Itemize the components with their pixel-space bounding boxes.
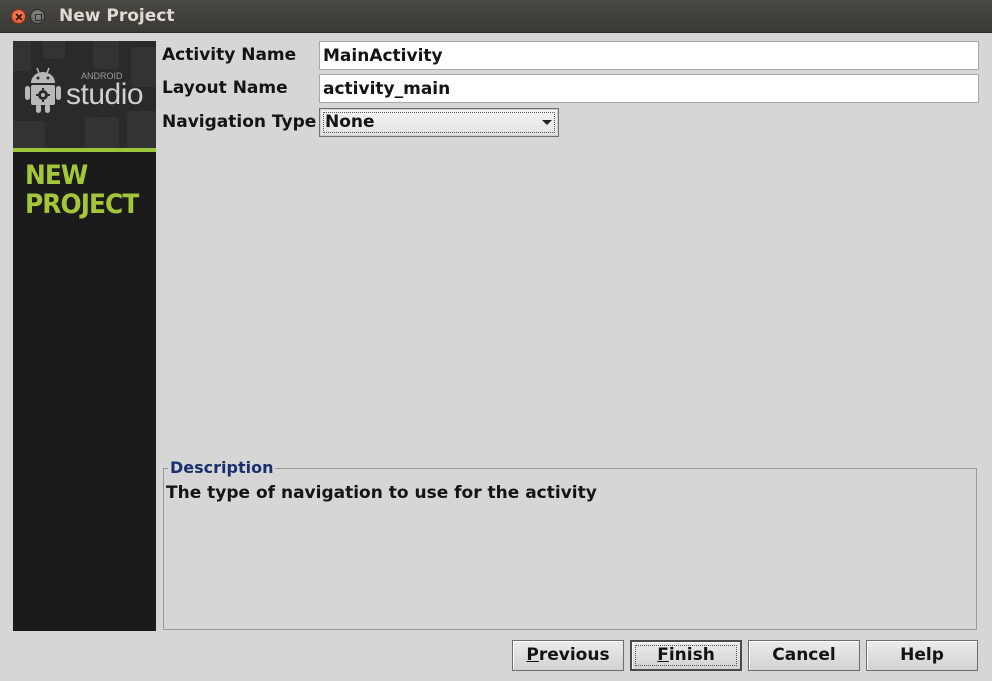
navigation-type-select[interactable]: None bbox=[319, 108, 559, 137]
description-legend: Description bbox=[168, 458, 276, 478]
finish-label-rest: inish bbox=[668, 645, 715, 665]
banner-decoration bbox=[127, 111, 156, 148]
banner-decoration bbox=[93, 41, 119, 69]
banner-decoration bbox=[43, 41, 65, 59]
navigation-type-selected-value: None bbox=[325, 112, 375, 132]
dropdown-arrow-icon[interactable] bbox=[542, 120, 552, 125]
description-text: The type of navigation to use for the ac… bbox=[166, 483, 597, 503]
finish-mnemonic: F bbox=[657, 645, 669, 665]
activity-name-input[interactable] bbox=[319, 41, 979, 70]
finish-button-label: Finish bbox=[657, 642, 715, 669]
help-button[interactable]: Help bbox=[866, 640, 978, 671]
maximize-icon[interactable] bbox=[30, 9, 45, 24]
navigation-type-label: Navigation Type bbox=[162, 112, 317, 132]
cancel-button[interactable]: Cancel bbox=[748, 640, 860, 671]
previous-label-rest: revious bbox=[538, 645, 610, 665]
logo-studio-text: studio bbox=[66, 78, 144, 111]
finish-button[interactable]: Finish bbox=[630, 640, 742, 671]
title-bar: New Project bbox=[0, 0, 992, 33]
banner-decoration bbox=[13, 121, 45, 148]
layout-name-label: Layout Name bbox=[162, 78, 288, 98]
banner-accent-line bbox=[13, 148, 156, 152]
banner-logo-area: ANDROID studio bbox=[13, 41, 156, 148]
previous-button[interactable]: Previous bbox=[512, 640, 624, 671]
close-icon[interactable] bbox=[11, 9, 26, 24]
banner-heading-new: NEW bbox=[25, 160, 88, 191]
activity-name-label: Activity Name bbox=[162, 45, 297, 65]
banner-heading-project: PROJECT bbox=[25, 189, 139, 220]
previous-button-label: Previous bbox=[526, 641, 609, 670]
android-robot-icon bbox=[25, 67, 61, 113]
banner-decoration bbox=[85, 117, 119, 148]
new-project-window: New Project ANDROID studio NEW PROJECT A… bbox=[0, 0, 992, 681]
layout-name-input[interactable] bbox=[319, 74, 979, 103]
previous-mnemonic: P bbox=[526, 645, 539, 665]
window-title: New Project bbox=[59, 6, 175, 26]
android-studio-banner: ANDROID studio NEW PROJECT bbox=[13, 41, 156, 631]
